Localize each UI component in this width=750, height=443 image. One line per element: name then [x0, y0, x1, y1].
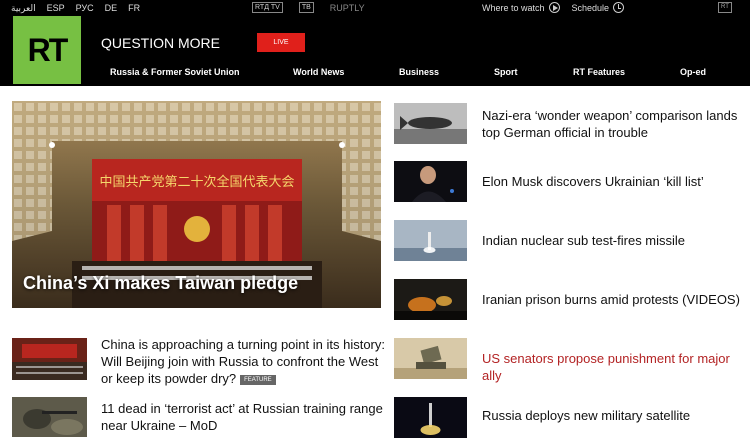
main-nav: Russia & Former Soviet Union World News …	[0, 67, 750, 79]
list-item[interactable]: China is approaching a turning point in …	[12, 337, 385, 390]
story-thumbnail	[394, 338, 467, 379]
lang-esp[interactable]: ESP	[47, 3, 65, 14]
list-item[interactable]: US senators propose punishment for major…	[394, 338, 750, 383]
story-thumbnail	[394, 220, 467, 261]
nav-business[interactable]: Business	[399, 67, 439, 77]
story-thumbnail	[394, 279, 467, 320]
list-item[interactable]: Indian nuclear sub test-fires missile	[394, 220, 750, 262]
ruptly-link[interactable]: RUPTLY	[330, 3, 365, 13]
list-item[interactable]: Nazi-era ‘wonder weapon’ comparison land…	[394, 103, 750, 145]
live-button[interactable]: LIVE	[257, 33, 305, 52]
story-title[interactable]: Indian nuclear sub test-fires missile	[482, 232, 750, 249]
story-thumbnail	[394, 397, 467, 438]
nav-world-news[interactable]: World News	[293, 67, 344, 77]
story-title[interactable]: Nazi-era ‘wonder weapon’ comparison land…	[482, 107, 750, 141]
clock-icon[interactable]	[613, 2, 625, 13]
language-switcher: العربية ESP РУС DE FR	[11, 3, 140, 14]
hero-title[interactable]: China’s Xi makes Taiwan pledge	[23, 273, 298, 294]
hero-story[interactable]: 中国共产党第二十次全国代表大会 China’s Xi makes Taiwan …	[12, 101, 381, 308]
nav-op-ed[interactable]: Op-ed	[680, 67, 706, 77]
rt-mini-logo[interactable]: RT	[718, 2, 732, 13]
story-title[interactable]: Elon Musk discovers Ukrainian ‘kill list…	[482, 173, 750, 190]
feature-badge: FEATURE	[240, 374, 276, 385]
list-item[interactable]: Elon Musk discovers Ukrainian ‘kill list…	[394, 161, 750, 203]
lang-rus[interactable]: РУС	[76, 3, 94, 14]
story-title[interactable]: 11 dead in ‘terrorist act’ at Russian tr…	[101, 400, 386, 434]
story-title[interactable]: US senators propose punishment for major…	[482, 350, 750, 384]
nav-sport[interactable]: Sport	[494, 67, 518, 77]
channel-links: RTД TV ТВ RUPTLY	[252, 2, 365, 13]
story-thumbnail	[12, 397, 87, 437]
site-header: RT QUESTION MORE LIVE Russia & Former So…	[0, 16, 750, 86]
story-thumbnail	[12, 338, 87, 380]
list-item[interactable]: Russia deploys new military satellite	[394, 397, 750, 439]
list-item[interactable]: 11 dead in ‘terrorist act’ at Russian tr…	[12, 397, 383, 439]
nav-rt-features[interactable]: RT Features	[573, 67, 625, 77]
lang-fr[interactable]: FR	[128, 3, 140, 14]
schedule-link[interactable]: Schedule	[572, 3, 610, 13]
nav-russia[interactable]: Russia & Former Soviet Union	[110, 67, 240, 77]
lang-de[interactable]: DE	[105, 3, 118, 14]
story-title[interactable]: Russia deploys new military satellite	[482, 407, 750, 424]
watch-links: Where to watch Schedule	[482, 2, 625, 13]
play-icon[interactable]	[548, 2, 560, 13]
story-title[interactable]: Iranian prison burns amid protests (VIDE…	[482, 291, 750, 308]
list-item[interactable]: Iranian prison burns amid protests (VIDE…	[394, 279, 750, 321]
where-to-watch-link[interactable]: Where to watch	[482, 3, 545, 13]
lang-arabic[interactable]: العربية	[11, 3, 36, 14]
hero-banner-text: 中国共产党第二十次全国代表大会	[99, 174, 294, 190]
story-thumbnail	[394, 103, 467, 144]
rtd-tv-link[interactable]: RTД TV	[252, 2, 283, 13]
story-thumbnail	[394, 161, 467, 202]
tagline: QUESTION MORE	[101, 35, 221, 51]
tv-link[interactable]: ТВ	[298, 2, 314, 13]
top-bar: العربية ESP РУС DE FR RTД TV ТВ RUPTLY W…	[0, 0, 750, 16]
